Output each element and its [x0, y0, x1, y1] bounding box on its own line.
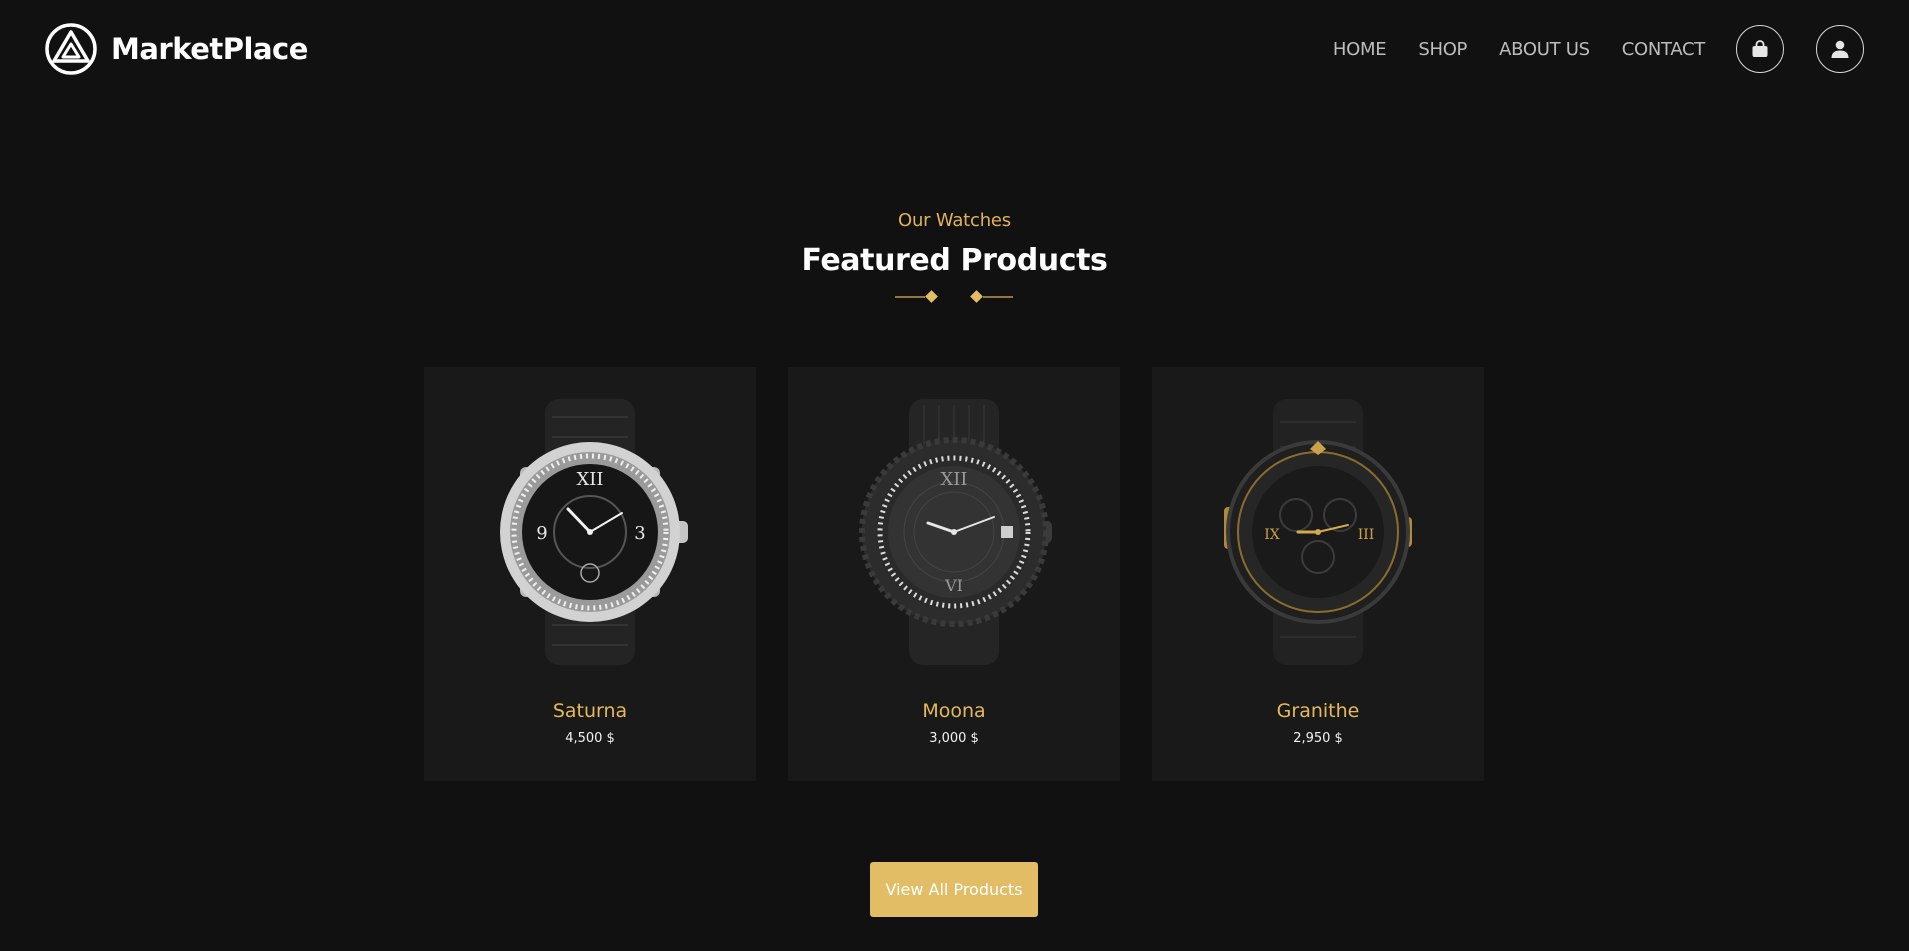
product-price: 4,500 $: [565, 731, 615, 746]
brand[interactable]: MarketPlace: [45, 23, 308, 75]
svg-text:XII: XII: [576, 469, 603, 490]
svg-text:IX: IX: [1264, 527, 1280, 543]
product-name[interactable]: Granithe: [1152, 700, 1484, 722]
svg-text:VI: VI: [944, 576, 963, 595]
nav-link-home[interactable]: HOME: [1333, 39, 1387, 60]
cart-button[interactable]: [1736, 25, 1784, 73]
nav-link-about-us[interactable]: ABOUT US: [1499, 39, 1590, 60]
svg-text:3: 3: [634, 523, 645, 544]
product-grid: XII 3 9 Saturna 4,500 $ XII VI Moona 3,0…: [424, 367, 1484, 781]
svg-text:9: 9: [536, 523, 547, 544]
user-icon: [1831, 40, 1849, 58]
product-card-moona[interactable]: XII VI Moona 3,000 $: [788, 367, 1120, 781]
brand-name: MarketPlace: [111, 32, 308, 66]
silver-watch-image: XII 3 9: [500, 399, 688, 665]
triangle-circle-logo-icon: [45, 23, 97, 75]
diamond-divider-icon: [895, 290, 1013, 303]
view-all-products-button[interactable]: View All Products: [870, 862, 1038, 917]
product-price: 2,950 $: [1293, 731, 1343, 746]
black-diamond-watch-image: XII VI: [859, 399, 1052, 665]
product-card-granithe[interactable]: IX III Granithe 2,950 $: [1152, 367, 1484, 781]
svg-text:III: III: [1358, 527, 1375, 543]
nav-link-shop[interactable]: SHOP: [1418, 39, 1467, 60]
svg-text:XII: XII: [940, 469, 967, 490]
product-price: 3,000 $: [929, 731, 979, 746]
main-nav: HOME SHOP ABOUT US CONTACT: [1301, 25, 1864, 73]
product-card-saturna[interactable]: XII 3 9 Saturna 4,500 $: [424, 367, 756, 781]
section-eyebrow: Our Watches: [898, 210, 1011, 231]
section-title: Featured Products: [801, 243, 1108, 278]
shopping-bag-icon: [1752, 40, 1768, 57]
account-button[interactable]: [1816, 25, 1864, 73]
nav-link-contact[interactable]: CONTACT: [1622, 39, 1706, 60]
site-header: MarketPlace HOME SHOP ABOUT US CONTACT: [0, 0, 1909, 98]
product-name[interactable]: Saturna: [424, 700, 756, 722]
product-name[interactable]: Moona: [788, 700, 1120, 722]
black-gold-watch-image: IX III: [1224, 399, 1412, 665]
